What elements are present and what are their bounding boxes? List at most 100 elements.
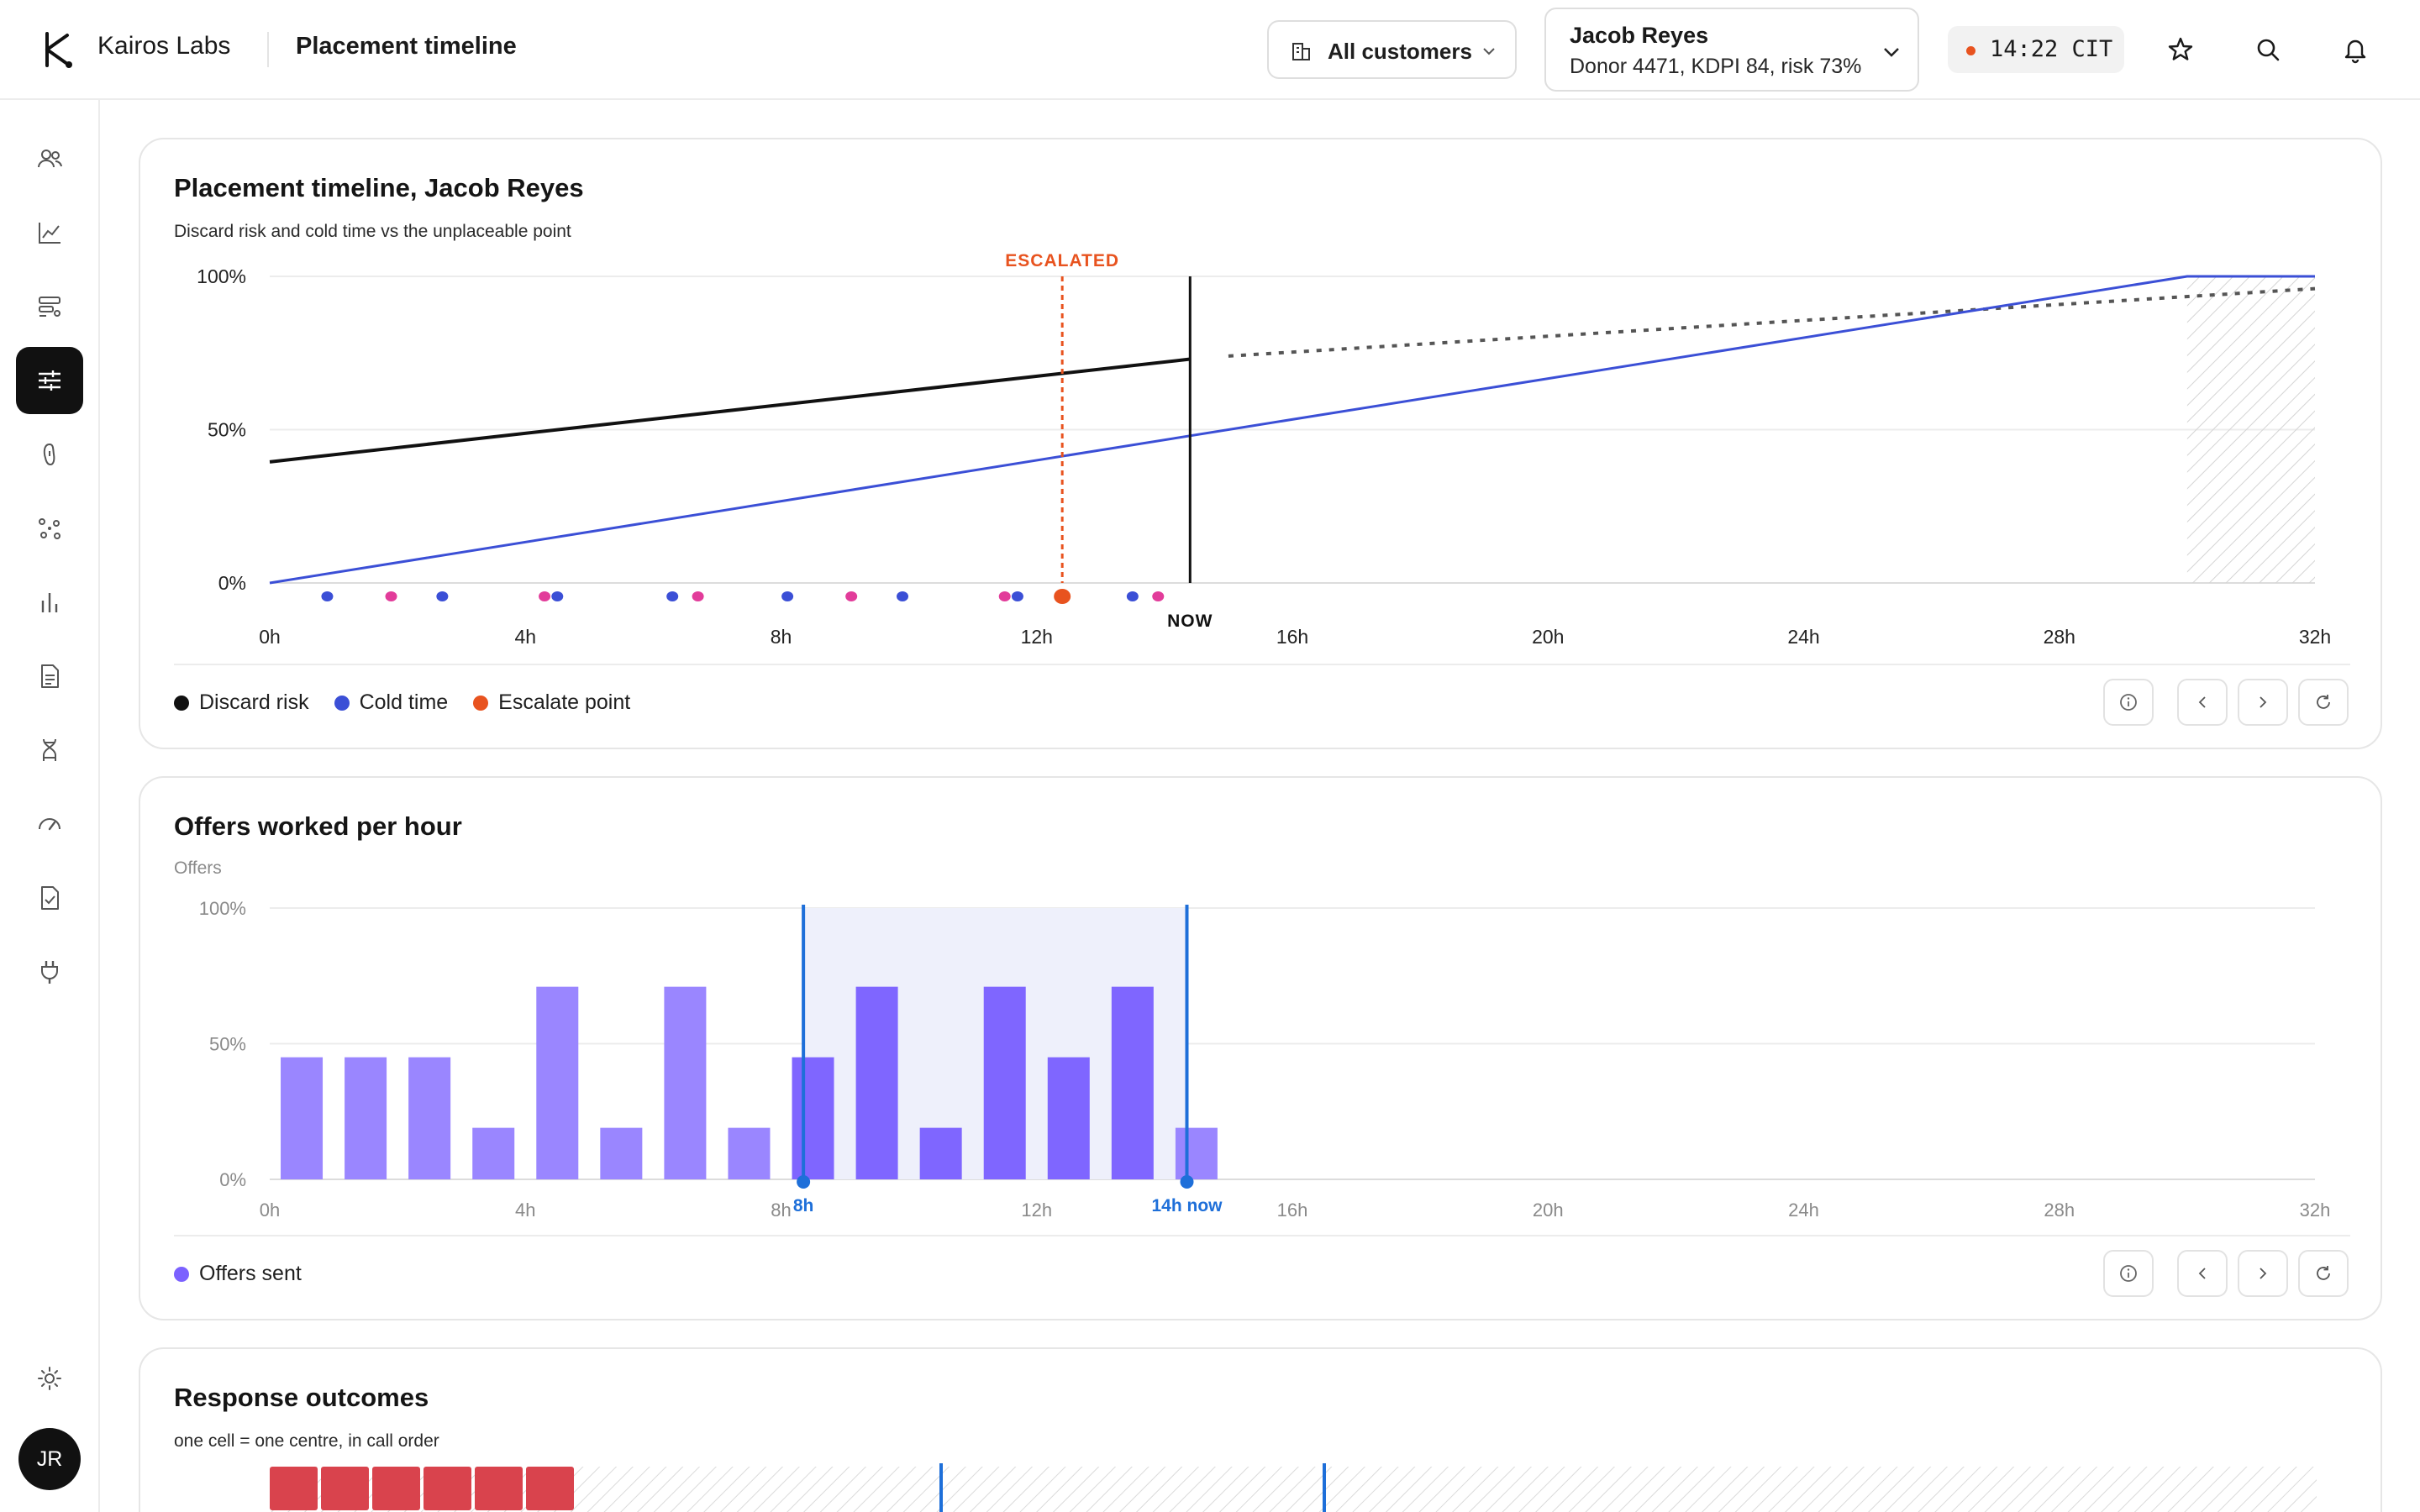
bar-11h[interactable] bbox=[983, 986, 1026, 1179]
nav-performance[interactable] bbox=[16, 790, 83, 858]
outcome-cell-declined[interactable] bbox=[475, 1467, 523, 1510]
star-icon[interactable] bbox=[2165, 34, 2196, 66]
x-tick-label: 8h bbox=[771, 1200, 791, 1221]
legend-offers-sent[interactable]: Offers sent bbox=[174, 1262, 302, 1286]
bar-13h[interactable] bbox=[1111, 986, 1154, 1179]
nav-stats[interactable] bbox=[16, 569, 83, 636]
legend-label: Offers sent bbox=[199, 1262, 302, 1285]
bar-8h[interactable] bbox=[792, 1057, 834, 1179]
event-dot-response[interactable] bbox=[1152, 591, 1165, 601]
customer-filter-select[interactable]: All customers bbox=[1267, 20, 1517, 79]
bar-3h[interactable] bbox=[472, 1127, 515, 1179]
y-tick-label: 100% bbox=[199, 898, 246, 919]
event-dot-response[interactable] bbox=[998, 591, 1011, 601]
next-button[interactable] bbox=[2238, 1250, 2288, 1297]
nav-genetics[interactable] bbox=[16, 717, 83, 784]
bar-7h[interactable] bbox=[728, 1127, 771, 1179]
outcome-cell-declined[interactable] bbox=[270, 1467, 318, 1510]
document-icon bbox=[41, 664, 59, 688]
nav-network[interactable] bbox=[16, 495, 83, 562]
legend-label: Escalate point bbox=[498, 690, 631, 714]
event-dot-response[interactable] bbox=[539, 591, 551, 601]
chevron-left-icon bbox=[2198, 696, 2206, 708]
checklist-icon bbox=[41, 886, 59, 910]
x-tick-label: 12h bbox=[1021, 626, 1053, 643]
kidney-icon bbox=[43, 443, 55, 466]
x-tick-label: 4h bbox=[515, 1200, 535, 1221]
bar-1h[interactable] bbox=[345, 1057, 387, 1179]
event-dot-offer[interactable] bbox=[897, 591, 909, 601]
donor-meta: Donor 4471, KDPI 84, risk 73% bbox=[1570, 55, 1862, 78]
nav-organs[interactable] bbox=[16, 421, 83, 488]
outcome-cell-declined[interactable] bbox=[321, 1467, 369, 1510]
y-tick-label: 100% bbox=[197, 265, 246, 287]
nav-settings[interactable] bbox=[16, 1345, 83, 1412]
event-dot-offer[interactable] bbox=[1011, 591, 1023, 601]
bar-6h[interactable] bbox=[664, 986, 707, 1179]
bar-4h[interactable] bbox=[536, 986, 579, 1179]
event-dot-response[interactable] bbox=[845, 591, 858, 601]
event-dot-offer[interactable] bbox=[1126, 591, 1139, 601]
legend-discard-risk[interactable]: Discard risk bbox=[174, 690, 309, 715]
nav-people[interactable] bbox=[16, 125, 83, 192]
prev-button[interactable] bbox=[2177, 1250, 2228, 1297]
bar-0h[interactable] bbox=[281, 1057, 324, 1179]
handle-knob[interactable] bbox=[1180, 1175, 1194, 1189]
handle-knob[interactable] bbox=[797, 1175, 811, 1189]
legend-divider bbox=[174, 664, 2350, 665]
legend-cold-time[interactable]: Cold time bbox=[334, 690, 448, 715]
stack-icon bbox=[39, 297, 60, 317]
x-tick-label: 28h bbox=[2044, 626, 2075, 643]
event-dot-response[interactable] bbox=[692, 591, 704, 601]
outcome-cell-declined[interactable] bbox=[526, 1467, 574, 1510]
info-button[interactable] bbox=[2103, 679, 2154, 726]
placement-timeline-chart: ESCALATED NOW 0% 50% 100% 0h 4h 8h 12h 16h 20h 2… bbox=[197, 251, 2331, 643]
x-tick-label: 16h bbox=[1277, 1200, 1308, 1221]
search-icon[interactable] bbox=[2252, 34, 2284, 66]
outcome-cell-declined[interactable] bbox=[372, 1467, 420, 1510]
event-dot-response[interactable] bbox=[385, 591, 397, 601]
nav-trends[interactable] bbox=[16, 199, 83, 266]
donor-selector[interactable]: Jacob Reyes Donor 4471, KDPI 84, risk 73… bbox=[1544, 8, 1919, 92]
nav-integrations[interactable] bbox=[16, 938, 83, 1005]
outcome-cell-declined[interactable] bbox=[424, 1467, 471, 1510]
legend-escalate-point[interactable]: Escalate point bbox=[473, 690, 630, 715]
bell-icon[interactable] bbox=[2339, 34, 2371, 66]
outcome-hatch-area bbox=[270, 1463, 2317, 1512]
x-tick-label: 28h bbox=[2044, 1200, 2075, 1221]
legend-divider bbox=[174, 1235, 2350, 1236]
x-tick-label: 20h bbox=[1533, 1200, 1564, 1221]
kairos-logo-icon[interactable] bbox=[39, 30, 76, 69]
bar-2h[interactable] bbox=[408, 1057, 451, 1179]
bar-5h[interactable] bbox=[600, 1127, 643, 1179]
bar-12h[interactable] bbox=[1047, 1057, 1090, 1179]
refresh-button[interactable] bbox=[2298, 679, 2349, 726]
nav-checklist[interactable] bbox=[16, 864, 83, 932]
escalated-label: ESCALATED bbox=[1005, 251, 1119, 270]
x-tick-label: 4h bbox=[514, 626, 536, 643]
nav-queue[interactable] bbox=[16, 273, 83, 340]
nav-placement[interactable] bbox=[16, 347, 83, 414]
bar-10h[interactable] bbox=[919, 1127, 962, 1179]
series-line-discard-risk-projection bbox=[1228, 286, 2316, 358]
event-dot-offer[interactable] bbox=[436, 591, 449, 601]
event-dot-offer[interactable] bbox=[666, 591, 679, 601]
avatar[interactable]: JR bbox=[18, 1428, 81, 1490]
nav-documents[interactable] bbox=[16, 643, 83, 710]
event-dot-offer[interactable] bbox=[321, 591, 334, 601]
sun-settings-icon bbox=[38, 1367, 61, 1390]
chart-legend: Discard risk Cold time Escalate point bbox=[174, 690, 630, 715]
event-dot-offer[interactable] bbox=[781, 591, 794, 601]
outcome-cells bbox=[270, 1467, 574, 1510]
next-button[interactable] bbox=[2238, 679, 2288, 726]
info-button[interactable] bbox=[2103, 1250, 2154, 1297]
event-dot-offer[interactable] bbox=[551, 591, 564, 601]
page-title: Placement timeline bbox=[296, 33, 517, 60]
chevron-right-icon bbox=[2260, 1268, 2267, 1279]
bar-14h[interactable] bbox=[1175, 1127, 1218, 1179]
bar-9h[interactable] bbox=[855, 986, 898, 1179]
event-dot-escalate[interactable] bbox=[1054, 589, 1071, 604]
bar-chart-icon bbox=[41, 593, 58, 612]
prev-button[interactable] bbox=[2177, 679, 2228, 726]
refresh-button[interactable] bbox=[2298, 1250, 2349, 1297]
